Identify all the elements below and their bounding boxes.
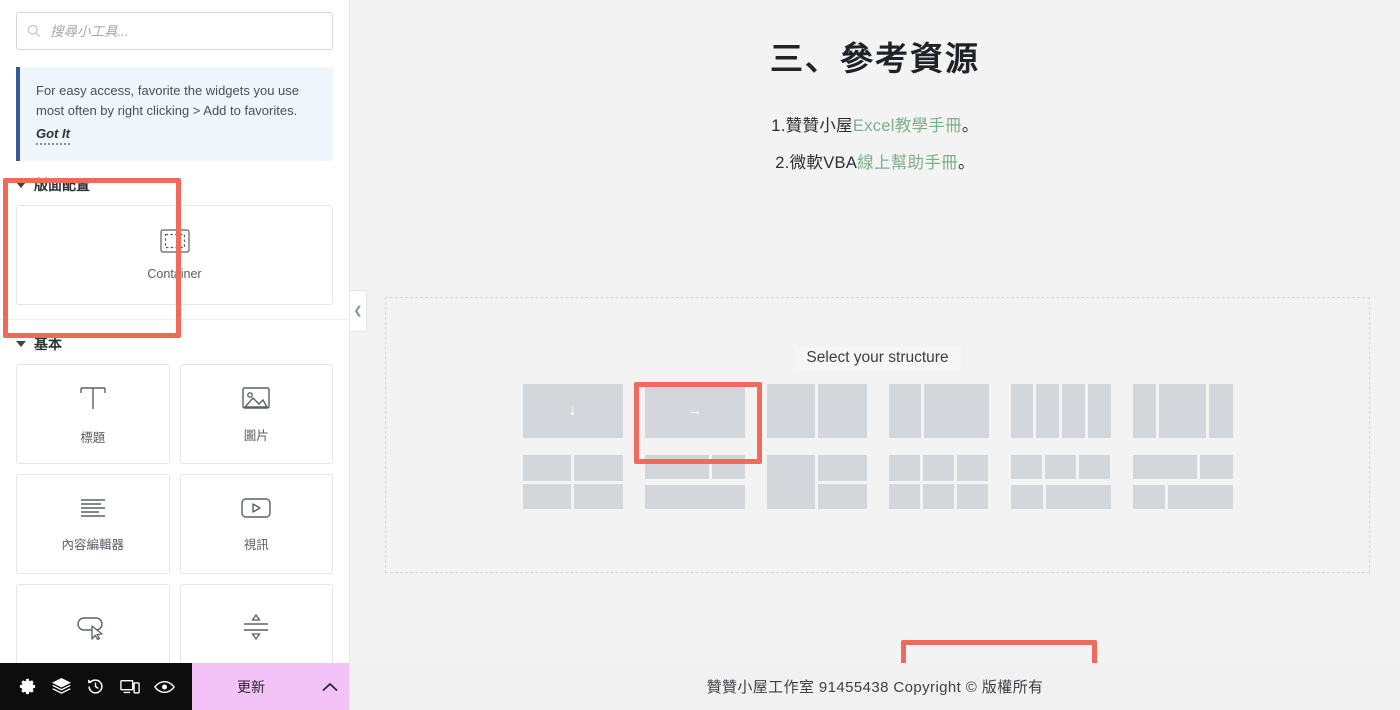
preset-two-equal-columns[interactable] xyxy=(766,384,867,438)
container-icon xyxy=(159,229,190,253)
editor-canvas: 三、參考資源 1.贊贊小屋Excel教學手冊。 2.微軟VBA線上幫助手冊。 S… xyxy=(350,0,1400,710)
layers-icon xyxy=(52,677,72,694)
preset-two-columns-left-narrow[interactable] xyxy=(888,384,989,438)
canvas-content: 三、參考資源 1.贊贊小屋Excel教學手冊。 2.微軟VBA線上幫助手冊。 S… xyxy=(350,0,1400,663)
preset-left-full-right-split[interactable] xyxy=(766,455,867,509)
section-layout: 版面配置 Container xyxy=(0,161,349,319)
image-icon xyxy=(242,387,270,409)
structure-presets-row-2 xyxy=(522,455,1233,509)
preset-three-over-two[interactable] xyxy=(1010,455,1111,509)
list-item-link[interactable]: 線上幫助手冊 xyxy=(857,154,958,172)
preset-three-columns-wide-middle[interactable] xyxy=(1132,384,1233,438)
section-basic-title: 基本 xyxy=(34,336,62,353)
list-item: 1.贊贊小屋Excel教學手冊。 xyxy=(350,112,1400,136)
chevron-left-icon: ❮ xyxy=(353,304,363,317)
page-footer: 贊贊小屋工作室 91455438 Copyright © 版權所有 xyxy=(350,663,1400,710)
section-basic-header[interactable]: 基本 xyxy=(0,320,349,364)
basic-widgets-grid: 標題 圖片 內容編輯器 視訊 xyxy=(0,364,349,698)
section-basic: 基本 標題 圖片 內容編輯器 視訊 xyxy=(0,320,349,698)
panel-collapse-button[interactable]: ❮ xyxy=(350,290,367,332)
editor-bottom-bar: 更新 xyxy=(0,663,349,710)
widget-text-editor-label: 內容編輯器 xyxy=(61,537,124,552)
section-layout-header[interactable]: 版面配置 xyxy=(0,161,349,205)
select-your-structure-label: Select your structure xyxy=(794,347,961,371)
widget-image-label: 圖片 xyxy=(243,428,269,443)
bottom-bar-expand-button[interactable] xyxy=(310,663,349,710)
widget-video[interactable]: 視訊 xyxy=(179,474,333,575)
widget-heading[interactable]: 標題 xyxy=(16,364,170,465)
widget-text-editor[interactable]: 內容編輯器 xyxy=(16,474,170,575)
history-button[interactable] xyxy=(79,670,113,704)
search-icon xyxy=(27,24,41,38)
heading-icon xyxy=(80,387,106,409)
widget-heading-label: 標題 xyxy=(80,430,106,445)
widget-image[interactable]: 圖片 xyxy=(179,364,333,465)
divider-icon xyxy=(244,614,269,641)
button-icon xyxy=(77,617,103,641)
got-it-button[interactable]: Got It xyxy=(36,126,70,146)
list-item-number: 2. xyxy=(775,154,790,172)
structure-presets-row-1: ↓ → xyxy=(522,384,1233,438)
widgets-panel-scroll[interactable]: For easy access, favorite the widgets yo… xyxy=(0,0,349,710)
list-item-number: 1. xyxy=(771,117,786,135)
preset-three-by-two-grid[interactable] xyxy=(888,455,989,509)
preset-two-over-one[interactable] xyxy=(644,455,745,509)
gear-icon xyxy=(19,678,35,695)
add-section-dropzone[interactable]: Select your structure ↓ → xyxy=(385,297,1370,663)
widget-container-label: Container xyxy=(147,267,202,282)
preset-single-column-horizontal[interactable]: → xyxy=(644,384,745,438)
bottom-bar-tools xyxy=(0,663,192,710)
preview-button[interactable] xyxy=(148,670,182,704)
arrow-down-icon: ↓ xyxy=(568,402,577,419)
settings-button[interactable] xyxy=(10,670,44,704)
list-item-link[interactable]: Excel教學手冊 xyxy=(853,117,962,135)
update-button[interactable]: 更新 xyxy=(192,663,310,710)
list-item-suffix: 。 xyxy=(961,117,979,135)
chevron-up-icon xyxy=(322,682,338,691)
history-icon xyxy=(88,679,104,694)
preset-staggered-grid[interactable] xyxy=(1132,455,1233,509)
chevron-down-icon xyxy=(16,341,26,348)
widget-video-label: 視訊 xyxy=(243,537,269,552)
reference-list: 1.贊贊小屋Excel教學手冊。 2.微軟VBA線上幫助手冊。 xyxy=(350,112,1400,173)
structure-presets: ↓ → xyxy=(386,384,1369,509)
select-structure-header: Select your structure xyxy=(386,347,1369,371)
chevron-down-icon xyxy=(16,182,26,189)
text-editor-icon xyxy=(80,499,105,517)
annotation-select-structure xyxy=(901,640,1097,663)
preset-four-equal-columns[interactable] xyxy=(1010,384,1111,438)
responsive-mode-button[interactable] xyxy=(113,670,147,704)
notice-text: For easy access, favorite the widgets yo… xyxy=(36,83,300,119)
list-item-suffix: 。 xyxy=(957,154,975,172)
list-item: 2.微軟VBA線上幫助手冊。 xyxy=(350,149,1400,173)
search-input[interactable] xyxy=(50,23,322,39)
arrow-right-icon: → xyxy=(686,402,703,419)
preset-single-column-vertical[interactable]: ↓ xyxy=(522,384,623,438)
page-title: 三、參考資源 xyxy=(770,40,980,77)
preset-two-by-two-grid[interactable] xyxy=(522,455,623,509)
video-icon xyxy=(241,498,271,518)
search-box[interactable] xyxy=(16,12,333,50)
list-item-prefix: 贊贊小屋 xyxy=(785,117,853,135)
widgets-panel: For easy access, favorite the widgets yo… xyxy=(0,0,350,710)
layout-widgets-grid: Container xyxy=(0,205,349,319)
elementor-editor: For easy access, favorite the widgets yo… xyxy=(0,0,1400,710)
favorites-notice: For easy access, favorite the widgets yo… xyxy=(16,67,333,162)
section-layout-title: 版面配置 xyxy=(34,177,90,194)
search-container xyxy=(0,0,349,58)
list-item-prefix: 微軟VBA xyxy=(789,154,858,172)
responsive-icon xyxy=(120,679,141,694)
navigator-button[interactable] xyxy=(45,670,79,704)
preview-icon xyxy=(154,680,176,693)
widget-container[interactable]: Container xyxy=(16,205,333,306)
